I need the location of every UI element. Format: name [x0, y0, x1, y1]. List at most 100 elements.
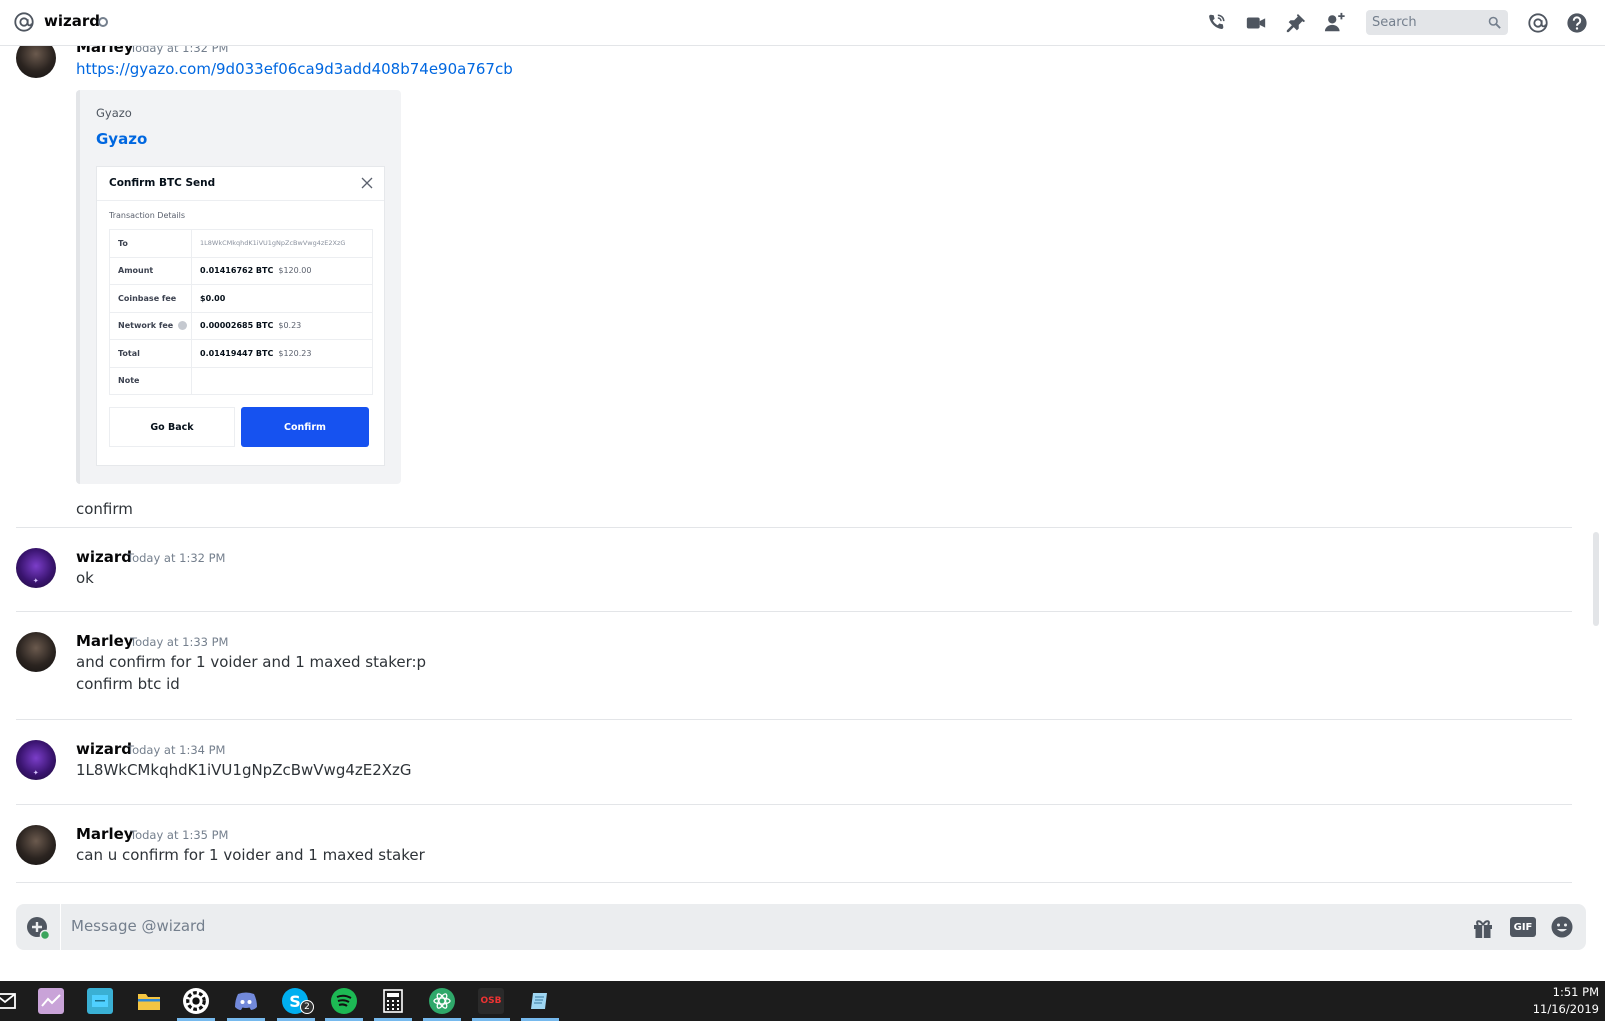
gift-icon[interactable] — [1471, 916, 1495, 940]
message-divider — [16, 882, 1572, 883]
video-camera-icon — [1246, 17, 1266, 29]
gear-icon — [186, 991, 206, 1011]
message-item: ✦ wizard Today at 1:34 PM 1L8WkCMkqhdK1i… — [0, 720, 1575, 804]
gif-button[interactable]: GIF — [1510, 917, 1536, 937]
close-icon — [361, 177, 373, 189]
embed-title-link[interactable]: Gyazo — [96, 130, 147, 148]
row-value: 0.01419447 BTC — [200, 348, 274, 358]
mentions-button[interactable] — [1525, 10, 1551, 36]
row-value — [191, 366, 373, 395]
row-label: Network fee — [118, 321, 174, 331]
avatar[interactable]: ✦ — [16, 740, 56, 780]
dialog-title: Confirm BTC Send — [109, 177, 216, 189]
clock-time: 1:51 PM — [1552, 985, 1599, 999]
row-fiat: $120.00 — [278, 266, 312, 276]
add-friends-to-dm-button[interactable] — [1322, 10, 1348, 36]
message-text: 1L8WkCMkqhdK1iVU1gNpZcBwVwg4zE2XzG — [76, 761, 412, 779]
mail-icon — [0, 993, 16, 1009]
discord-icon — [235, 992, 257, 1010]
search-input[interactable]: Search — [1366, 10, 1508, 35]
discord-window: wizard Search Marley Today at 1:32 PM ht… — [0, 0, 1605, 1021]
transaction-details-label: Transaction Details — [109, 211, 186, 220]
avatar-art-icon: ✦ — [32, 769, 40, 777]
message-item: Marley Today at 1:32 PM https://gyazo.co… — [0, 46, 1575, 543]
search-icon — [1488, 16, 1501, 29]
row-value: $0.00 — [200, 293, 226, 303]
row-value: 0.00002685 BTC — [200, 321, 274, 331]
avatar[interactable] — [16, 632, 56, 672]
message-composer: Message @wizard GIF — [16, 904, 1586, 950]
link-embed: Gyazo Gyazo Confirm BTC Send Transaction… — [76, 90, 401, 484]
osb-label: OSB — [480, 996, 502, 1006]
message-timestamp: Today at 1:33 PM — [130, 635, 229, 649]
table-row: Network fee 0.00002685 BTC $0.23 — [109, 311, 373, 340]
row-value-cell: $0.00 — [191, 284, 373, 313]
table-row: Coinbase fee $0.00 — [109, 284, 373, 313]
confirm-button: Confirm — [241, 407, 369, 447]
upload-plus-icon[interactable] — [26, 916, 50, 940]
start-video-call-button[interactable] — [1243, 10, 1269, 36]
avatar[interactable] — [16, 46, 56, 78]
start-voice-call-button[interactable] — [1203, 10, 1229, 36]
mail-taskbar-icon[interactable] — [0, 988, 18, 1014]
file-explorer-taskbar-icon[interactable] — [136, 988, 162, 1014]
row-fiat: $0.23 — [278, 321, 302, 331]
emoji-icon[interactable] — [1550, 915, 1574, 939]
row-fiat: $120.23 — [278, 348, 312, 358]
clock-date: 11/16/2019 — [1532, 1002, 1599, 1016]
offline-status-icon — [98, 17, 108, 27]
channel-title: wizard — [44, 12, 100, 30]
table-row: Amount 0.01416762 BTC $120.00 — [109, 256, 373, 285]
system-clock[interactable]: 1:51 PM 11/16/2019 — [1519, 984, 1599, 1018]
chart-line-icon — [41, 994, 61, 1007]
row-label: To — [109, 229, 192, 258]
help-icon — [1567, 13, 1587, 33]
message-text: can u confirm for 1 voider and 1 maxed s… — [76, 846, 425, 864]
composer-divider — [60, 904, 61, 950]
message-author[interactable]: Marley — [76, 632, 134, 650]
mentions-icon — [1528, 13, 1548, 33]
notepad-taskbar-icon[interactable] — [527, 988, 553, 1014]
message-item: Marley Today at 1:33 PM and confirm for … — [0, 612, 1575, 720]
pin-icon — [1286, 13, 1306, 33]
folder-icon — [138, 994, 160, 1010]
message-link[interactable]: https://gyazo.com/9d033ef06ca9d3add408b7… — [76, 60, 513, 78]
calculator-taskbar-icon[interactable] — [380, 988, 406, 1014]
settings-app-taskbar-icon[interactable] — [183, 988, 209, 1014]
table-row: Note — [109, 366, 373, 395]
message-author[interactable]: Marley — [76, 46, 134, 56]
row-label-cell: Network fee — [109, 311, 192, 340]
message-author[interactable]: Marley — [76, 825, 134, 843]
atom-taskbar-icon[interactable] — [429, 988, 455, 1014]
channel-header: wizard Search — [0, 0, 1605, 46]
stocks-app-taskbar-icon[interactable] — [38, 988, 64, 1014]
avatar[interactable]: ✦ — [16, 548, 56, 588]
pinned-messages-button[interactable] — [1283, 10, 1309, 36]
message-timestamp: Today at 1:32 PM — [127, 551, 226, 565]
table-row: To 1L8WkCMkqhdK1iVU1gNpZcBwVwg4zE2XzG — [109, 229, 373, 258]
row-label: Amount — [109, 256, 192, 285]
message-author[interactable]: wizard — [76, 548, 132, 566]
spotify-taskbar-icon[interactable] — [331, 988, 357, 1014]
row-value: 0.01416762 BTC — [200, 266, 274, 276]
row-label: Note — [109, 366, 192, 395]
app-window-taskbar-icon[interactable] — [87, 988, 113, 1014]
message-scrollbar[interactable] — [1593, 532, 1599, 626]
message-timestamp: Today at 1:35 PM — [130, 828, 229, 842]
table-row: Total 0.01419447 BTC $120.23 — [109, 339, 373, 368]
help-button[interactable] — [1564, 10, 1590, 36]
discord-taskbar-icon[interactable] — [233, 988, 259, 1014]
message-text: and confirm for 1 voider and 1 maxed sta… — [76, 653, 427, 671]
avatar[interactable] — [16, 825, 56, 865]
search-placeholder: Search — [1372, 15, 1417, 30]
osbot-taskbar-icon[interactable]: OSB — [478, 988, 504, 1014]
row-value-cell: 0.01416762 BTC $120.00 — [191, 256, 373, 285]
message-author[interactable]: wizard — [76, 740, 132, 758]
embed-image[interactable]: Confirm BTC Send Transaction Details To … — [96, 166, 385, 466]
message-input[interactable]: Message @wizard — [71, 917, 205, 935]
go-back-button: Go Back — [109, 407, 235, 447]
message-text: confirm btc id — [76, 675, 180, 693]
add-user-icon — [1324, 12, 1345, 32]
message-list: Marley Today at 1:32 PM https://gyazo.co… — [0, 46, 1590, 884]
row-label: Coinbase fee — [109, 284, 192, 313]
